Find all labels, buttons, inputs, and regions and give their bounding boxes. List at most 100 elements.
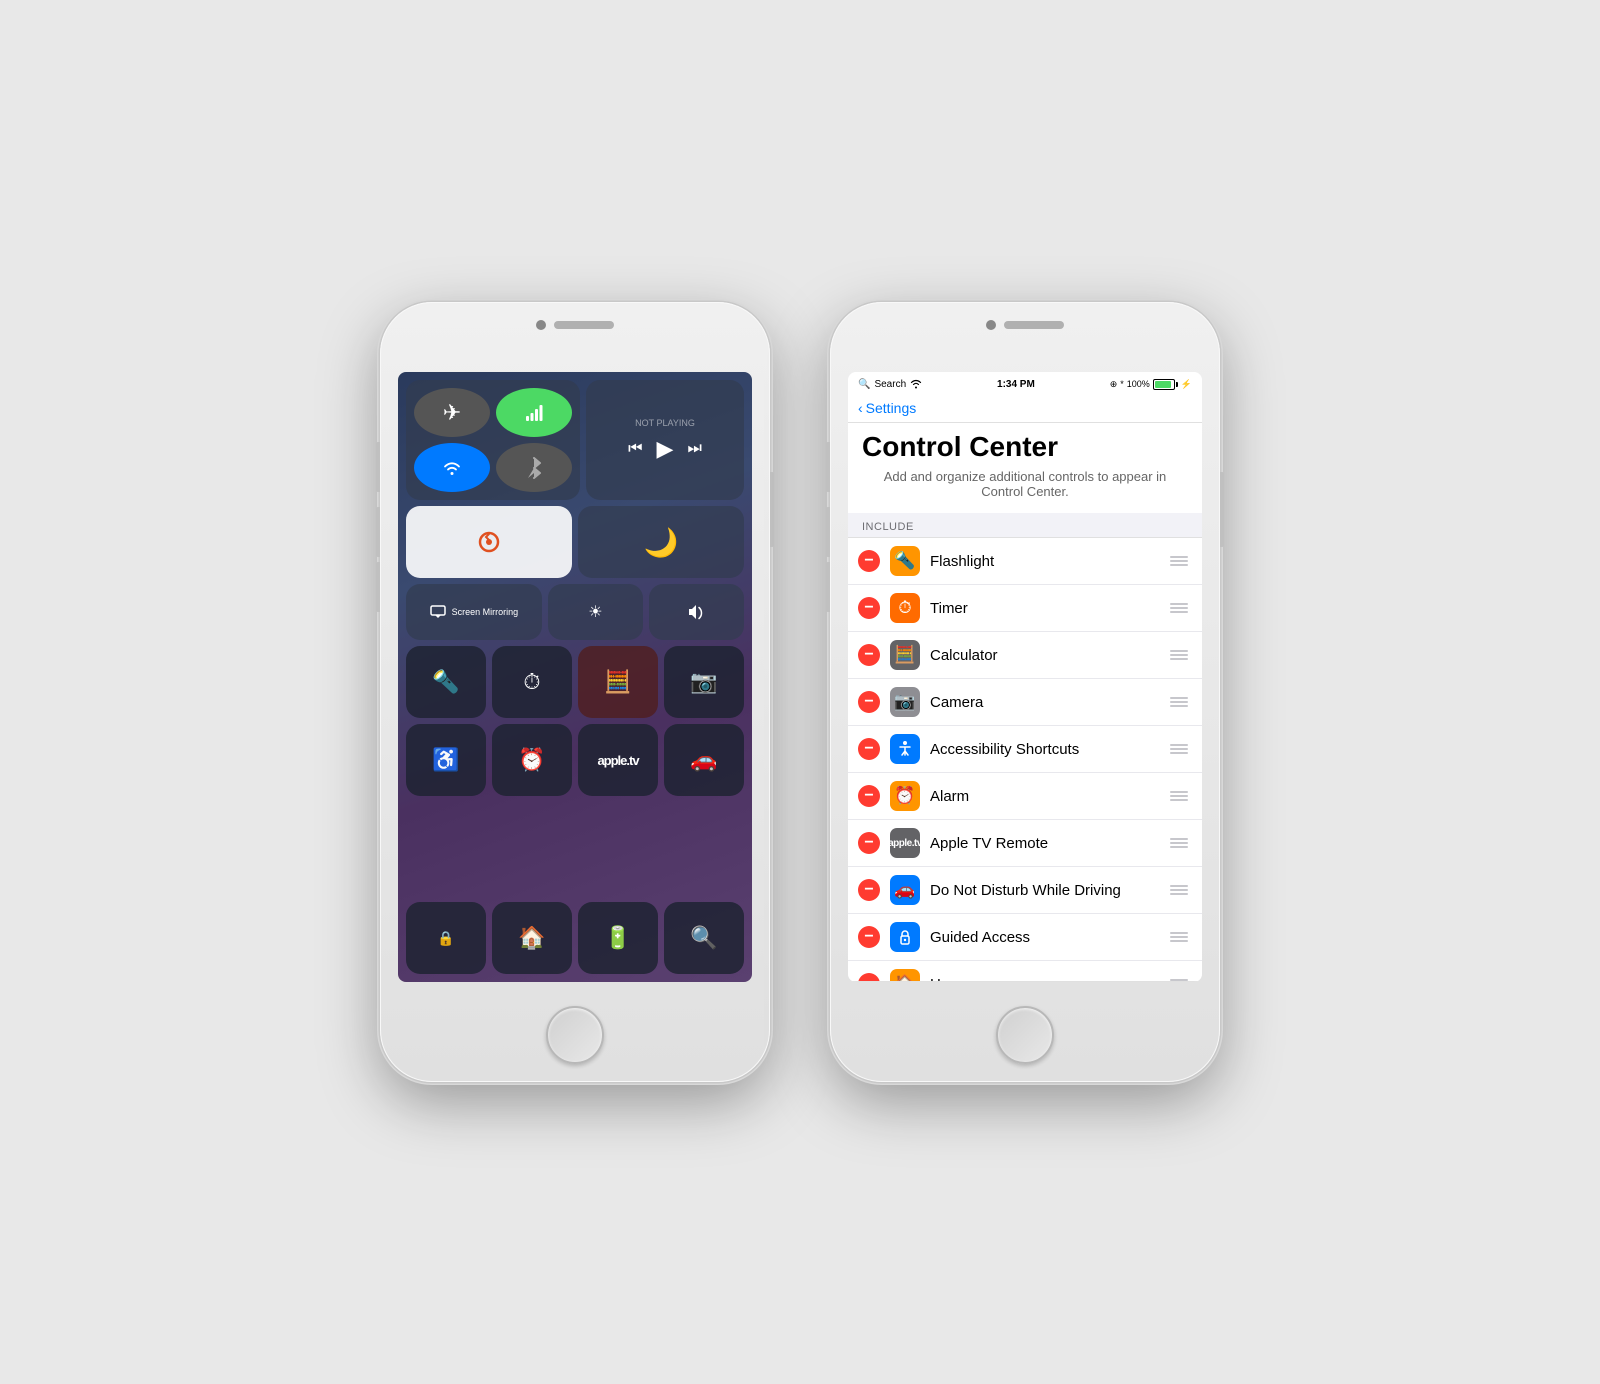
alarm-icon: ⏰: [890, 781, 920, 811]
remove-dnd-driving-btn[interactable]: −: [858, 879, 880, 901]
wifi-btn[interactable]: [414, 443, 490, 492]
cc-flashlight-btn[interactable]: 🔦: [406, 646, 486, 718]
cc-timer-btn[interactable]: ⏱: [492, 646, 572, 718]
lock-rotation-btn[interactable]: [406, 506, 572, 578]
front-camera: [536, 320, 546, 330]
right-speaker: [1004, 321, 1064, 329]
remove-camera-btn[interactable]: −: [858, 691, 880, 713]
cc-accessibility-btn[interactable]: ♿: [406, 724, 486, 796]
camera-label: Camera: [930, 694, 1160, 711]
section-header: INCLUDE: [848, 513, 1202, 537]
timer-icon: ⏱: [890, 593, 920, 623]
remove-home-btn[interactable]: −: [858, 973, 880, 982]
cc-screen-row: Screen Mirroring ☀: [406, 584, 744, 640]
settings-item-accessibility[interactable]: − Accessibility Shortcuts: [848, 726, 1202, 773]
settings-item-guided-access[interactable]: − Guided Access: [848, 914, 1202, 961]
page-subtitle: Add and organize additional controls to …: [848, 465, 1202, 511]
cc-top-row: ✈: [406, 380, 744, 500]
dnd-driving-icon: 🚗: [890, 875, 920, 905]
appletv-icon: apple.tv: [890, 828, 920, 858]
flashlight-label: Flashlight: [930, 553, 1160, 570]
calculator-drag-handle[interactable]: [1170, 650, 1188, 660]
airplane-mode-btn[interactable]: ✈: [414, 388, 490, 437]
status-bar: 🔍 Search 1:34 PM ⊕ * 100%: [848, 372, 1202, 396]
search-icon: 🔍: [858, 379, 870, 390]
calculator-icon: 🧮: [890, 640, 920, 670]
cc-home-btn[interactable]: 🏠: [492, 902, 572, 974]
cc-appletv-btn[interactable]: apple.tv: [578, 724, 658, 796]
timer-drag-handle[interactable]: [1170, 603, 1188, 613]
camera-drag-handle[interactable]: [1170, 697, 1188, 707]
remove-timer-btn[interactable]: −: [858, 597, 880, 619]
remove-alarm-btn[interactable]: −: [858, 785, 880, 807]
status-time: 1:34 PM: [997, 379, 1035, 390]
back-label: Settings: [866, 400, 917, 416]
battery-pct-text: 100%: [1127, 379, 1150, 389]
speaker: [554, 321, 614, 329]
settings-item-flashlight[interactable]: − 🔦 Flashlight: [848, 538, 1202, 585]
remove-appletv-btn[interactable]: −: [858, 832, 880, 854]
alarm-label: Alarm: [930, 788, 1160, 805]
right-home-button[interactable]: [996, 1006, 1054, 1064]
settings-item-calculator[interactable]: − 🧮 Calculator: [848, 632, 1202, 679]
cc-magnifier-btn[interactable]: 🔍: [664, 902, 744, 974]
control-center-screen: ✈: [398, 372, 752, 982]
do-not-disturb-btn[interactable]: 🌙: [578, 506, 744, 578]
settings-item-appletv[interactable]: − apple.tv Apple TV Remote: [848, 820, 1202, 867]
carrier-text: Search: [874, 379, 906, 390]
flashlight-drag-handle[interactable]: [1170, 556, 1188, 566]
battery-tip: [1176, 382, 1178, 387]
left-phone: ✈: [380, 302, 770, 1082]
remove-calculator-btn[interactable]: −: [858, 644, 880, 666]
brightness-slider[interactable]: ☀: [548, 584, 643, 640]
guided-access-drag-handle[interactable]: [1170, 932, 1188, 942]
right-phone-screen: 🔍 Search 1:34 PM ⊕ * 100%: [848, 372, 1202, 982]
dnd-driving-label: Do Not Disturb While Driving: [930, 882, 1160, 899]
cc-alarm-btn[interactable]: ⏰: [492, 724, 572, 796]
settings-screen: 🔍 Search 1:34 PM ⊕ * 100%: [848, 372, 1202, 982]
accessibility-drag-handle[interactable]: [1170, 744, 1188, 754]
right-phone-top: [986, 320, 1064, 330]
home-drag-handle[interactable]: [1170, 979, 1188, 982]
screen-mirroring-btn[interactable]: Screen Mirroring: [406, 584, 542, 640]
right-front-camera: [986, 320, 996, 330]
back-button[interactable]: ‹ Settings: [858, 400, 1192, 416]
cc-battery-btn[interactable]: 🔋: [578, 902, 658, 974]
cc-camera-btn[interactable]: 📷: [664, 646, 744, 718]
cc-media-player: NOT PLAYING ⏮ ▶ ⏭: [586, 380, 744, 500]
back-chevron-icon: ‹: [858, 400, 863, 416]
cc-mid-row: 🌙: [406, 506, 744, 578]
cc-calculator-btn[interactable]: 🧮: [578, 646, 658, 718]
cellular-btn[interactable]: [496, 388, 572, 437]
left-phone-top: [536, 320, 614, 330]
screen-mirroring-label: Screen Mirroring: [452, 607, 519, 617]
battery-body: [1153, 379, 1175, 390]
left-home-button[interactable]: [546, 1006, 604, 1064]
cc-car-btn[interactable]: 🚗: [664, 724, 744, 796]
appletv-drag-handle[interactable]: [1170, 838, 1188, 848]
media-title: NOT PLAYING: [635, 418, 695, 428]
remove-guided-access-btn[interactable]: −: [858, 926, 880, 948]
settings-item-timer[interactable]: − ⏱ Timer: [848, 585, 1202, 632]
settings-item-alarm[interactable]: − ⏰ Alarm: [848, 773, 1202, 820]
alarm-drag-handle[interactable]: [1170, 791, 1188, 801]
next-btn[interactable]: ⏭: [687, 440, 701, 458]
accessibility-icon: [890, 734, 920, 764]
settings-item-home[interactable]: − 🏠 Home: [848, 961, 1202, 982]
remove-accessibility-btn[interactable]: −: [858, 738, 880, 760]
play-btn[interactable]: ▶: [657, 436, 674, 462]
settings-list: − 🔦 Flashlight − ⏱ Timer − 🧮 Calculator: [848, 537, 1202, 982]
dnd-driving-drag-handle[interactable]: [1170, 885, 1188, 895]
bluetooth-btn[interactable]: [496, 443, 572, 492]
battery-fill: [1155, 381, 1171, 388]
flashlight-icon: 🔦: [890, 546, 920, 576]
remove-flashlight-btn[interactable]: −: [858, 550, 880, 572]
volume-slider[interactable]: [649, 584, 744, 640]
accessibility-label: Accessibility Shortcuts: [930, 741, 1160, 758]
cc-screenlock-btn[interactable]: 🔒: [406, 902, 486, 974]
appletv-label: Apple TV Remote: [930, 835, 1160, 852]
prev-btn[interactable]: ⏮: [628, 440, 642, 458]
settings-item-dnd-driving[interactable]: − 🚗 Do Not Disturb While Driving: [848, 867, 1202, 914]
settings-item-camera[interactable]: − 📷 Camera: [848, 679, 1202, 726]
home-label: Home: [930, 976, 1160, 983]
